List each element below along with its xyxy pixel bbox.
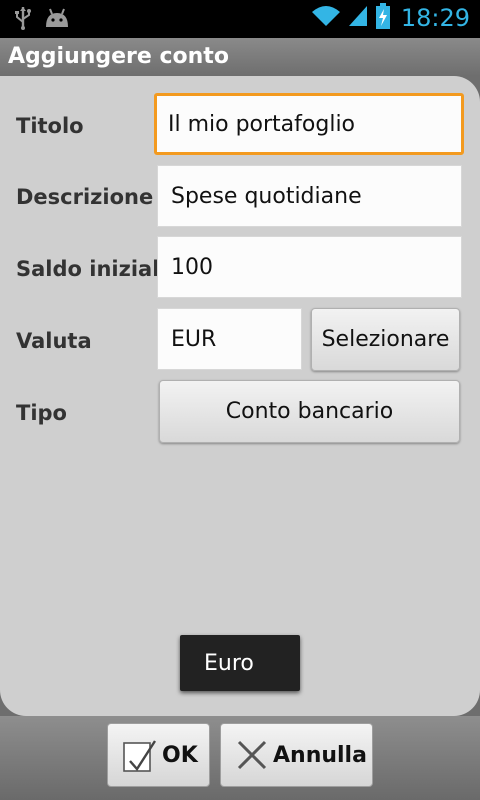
status-bar: 18:29 bbox=[0, 0, 480, 38]
cancel-button[interactable]: Annulla bbox=[220, 723, 373, 787]
ok-button[interactable]: OK bbox=[107, 723, 210, 787]
title-bar: Aggiungere conto bbox=[0, 38, 480, 76]
title-input[interactable]: Il mio portafoglio bbox=[154, 93, 464, 155]
ok-label: OK bbox=[162, 742, 198, 768]
initial-balance-label: Saldo inizial bbox=[16, 257, 160, 281]
select-currency-button[interactable]: Selezionare bbox=[311, 308, 460, 371]
page-title: Aggiungere conto bbox=[8, 44, 229, 69]
type-label: Tipo bbox=[16, 401, 67, 425]
android-debug-icon bbox=[44, 7, 70, 33]
title-label: Titolo bbox=[16, 114, 84, 138]
description-input[interactable]: Spese quotidiane bbox=[157, 165, 462, 227]
description-label: Descrizione bbox=[16, 185, 154, 209]
close-icon bbox=[235, 738, 269, 772]
form-panel: Titolo Il mio portafoglio Descrizione Sp… bbox=[0, 76, 480, 716]
usb-icon bbox=[14, 6, 32, 34]
clock-time: 18:29 bbox=[400, 4, 470, 32]
checkbox-check-icon bbox=[122, 735, 158, 775]
wifi-icon bbox=[311, 4, 341, 32]
toast-message: Euro bbox=[180, 635, 300, 691]
currency-input[interactable]: EUR bbox=[157, 308, 302, 370]
battery-charging-icon bbox=[375, 2, 391, 34]
bottom-action-bar: OK Annulla bbox=[0, 716, 480, 800]
currency-label: Valuta bbox=[16, 329, 92, 353]
initial-balance-input[interactable]: 100 bbox=[157, 236, 462, 298]
cancel-label: Annulla bbox=[273, 742, 367, 768]
account-type-button[interactable]: Conto bancario bbox=[159, 380, 460, 443]
signal-icon bbox=[347, 4, 369, 32]
